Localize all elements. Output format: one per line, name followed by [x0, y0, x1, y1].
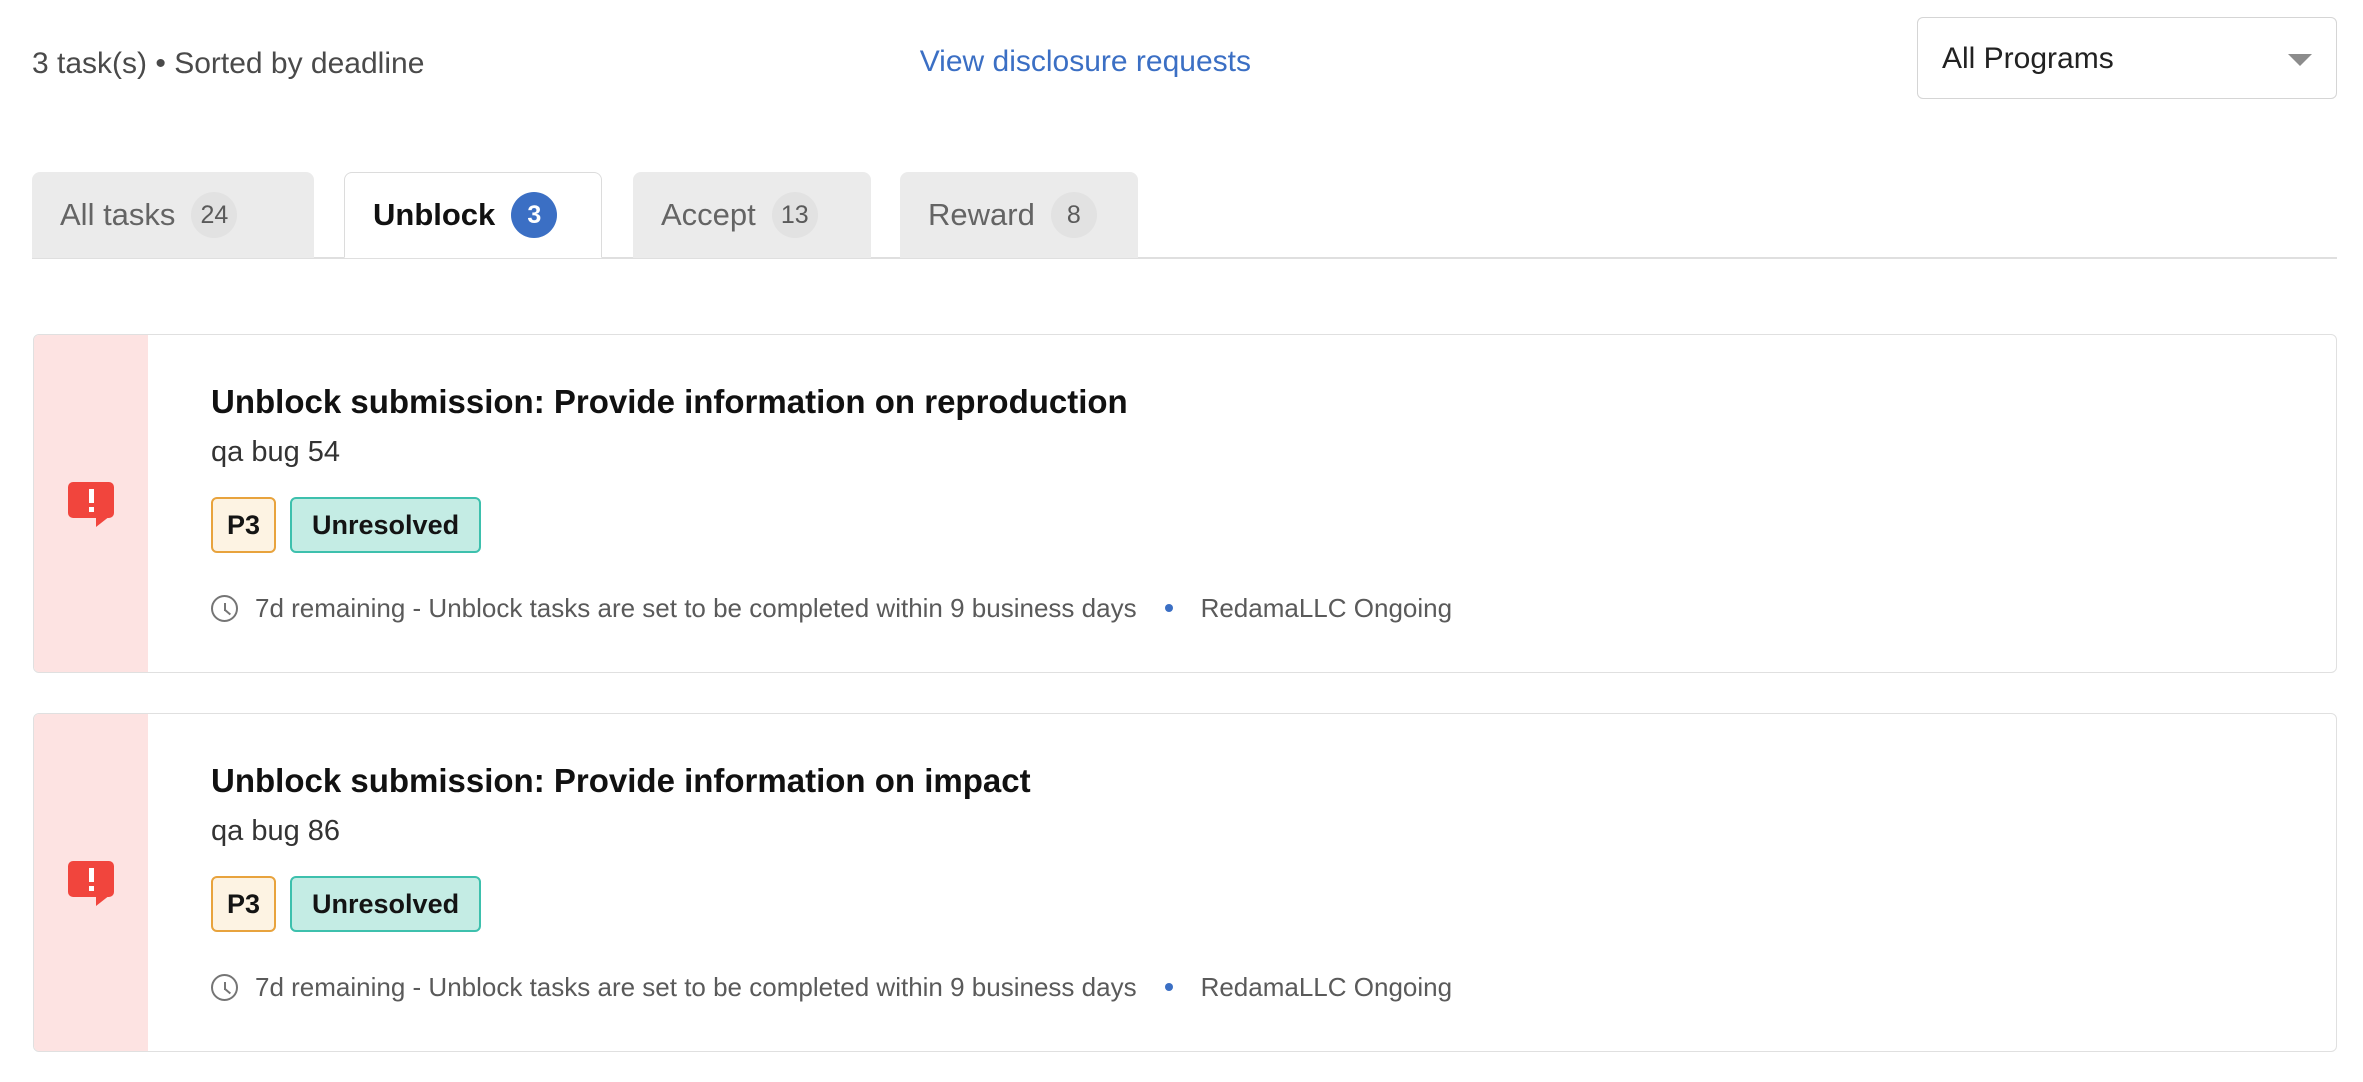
task-alert-strip [34, 714, 148, 1051]
task-badges: P3 Unresolved [211, 497, 482, 553]
tab-label: All tasks [60, 197, 176, 232]
task-title: Unblock submission: Provide information … [211, 383, 1128, 420]
task-badges: P3 Unresolved [211, 876, 482, 932]
task-card-body: Unblock submission: Provide information … [178, 714, 2336, 1051]
task-card-body: Unblock submission: Provide information … [178, 335, 2336, 672]
tab-label: Unblock [373, 197, 496, 232]
task-card[interactable]: Unblock submission: Provide information … [33, 713, 2337, 1052]
task-card[interactable]: Unblock submission: Provide information … [33, 334, 2337, 673]
task-meta: 7d remaining - Unblock tasks are set to … [211, 972, 1452, 1002]
tab-label: Accept [661, 197, 756, 232]
status-badge: Unresolved [290, 876, 482, 932]
task-deadline-text: 7d remaining - Unblock tasks are set to … [255, 972, 1137, 1002]
task-title: Unblock submission: Provide information … [211, 762, 1031, 799]
tab-reward[interactable]: Reward 8 [900, 172, 1138, 258]
task-list-page: 3 task(s) • Sorted by deadline View disc… [0, 0, 2363, 1082]
tab-all-tasks[interactable]: All tasks 24 [32, 172, 314, 258]
status-badge: Unresolved [290, 497, 482, 553]
tab-count-badge: 8 [1050, 192, 1097, 238]
task-alert-strip [34, 335, 148, 672]
program-filter-value: All Programs [1942, 42, 2114, 75]
task-deadline-text: 7d remaining - Unblock tasks are set to … [255, 593, 1137, 623]
tab-unblock[interactable]: Unblock 3 [344, 172, 602, 258]
tab-count-badge: 13 [771, 192, 818, 238]
priority-badge: P3 [211, 876, 277, 932]
program-filter-select[interactable]: All Programs [1917, 17, 2337, 99]
view-disclosure-requests-link[interactable]: View disclosure requests [920, 44, 1251, 80]
task-program-name: RedamaLLC Ongoing [1200, 593, 1453, 623]
clock-icon [211, 594, 238, 622]
meta-separator-dot [1164, 604, 1173, 612]
page-header: 3 task(s) • Sorted by deadline View disc… [0, 0, 2363, 118]
tab-count-badge: 24 [191, 192, 238, 238]
tab-accept[interactable]: Accept 13 [633, 172, 871, 258]
tab-label: Reward [928, 197, 1035, 232]
task-subtitle: qa bug 54 [211, 436, 341, 468]
alert-comment-icon [68, 860, 114, 906]
task-summary-text: 3 task(s) • Sorted by deadline [32, 47, 425, 80]
task-tabs: All tasks 24 Unblock 3 Accept 13 Reward … [0, 160, 2363, 262]
task-program-name: RedamaLLC Ongoing [1200, 972, 1453, 1002]
clock-icon [211, 973, 238, 1001]
tab-count-badge: 3 [511, 192, 558, 238]
task-subtitle: qa bug 86 [211, 815, 341, 847]
priority-badge: P3 [211, 497, 277, 553]
alert-comment-icon [68, 481, 114, 527]
chevron-down-icon [2288, 54, 2312, 66]
meta-separator-dot [1164, 983, 1173, 991]
task-meta: 7d remaining - Unblock tasks are set to … [211, 593, 1452, 623]
